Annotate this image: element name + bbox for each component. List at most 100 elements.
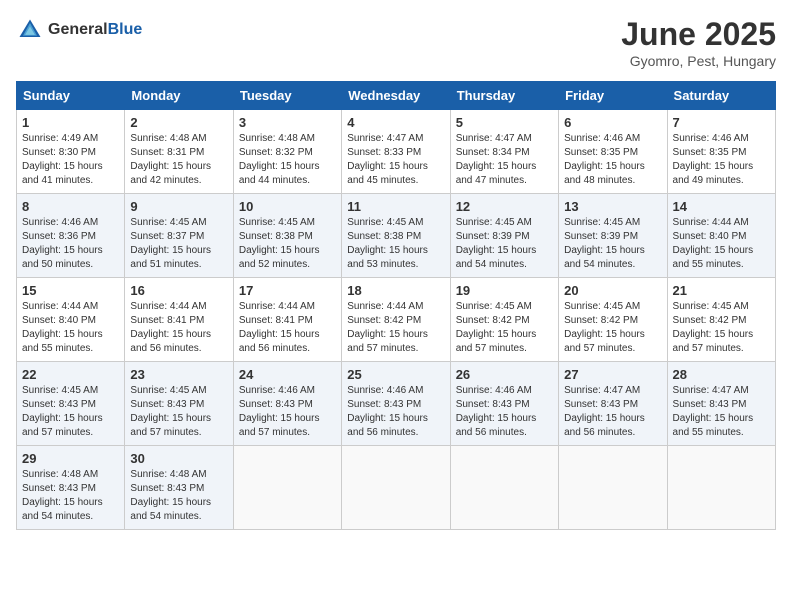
sunset-text: Sunset: 8:43 PM bbox=[347, 399, 421, 410]
daylight-text: Daylight: 15 hours and 45 minutes. bbox=[347, 161, 428, 186]
calendar-cell bbox=[667, 446, 775, 530]
daylight-text: Daylight: 15 hours and 49 minutes. bbox=[673, 161, 754, 186]
col-tuesday: Tuesday bbox=[233, 82, 341, 110]
daylight-text: Daylight: 15 hours and 56 minutes. bbox=[564, 413, 645, 438]
sunrise-text: Sunrise: 4:45 AM bbox=[239, 217, 315, 228]
sunrise-text: Sunrise: 4:45 AM bbox=[347, 217, 423, 228]
day-number: 22 bbox=[22, 367, 119, 382]
daylight-text: Daylight: 15 hours and 54 minutes. bbox=[22, 497, 103, 522]
sunset-text: Sunset: 8:33 PM bbox=[347, 147, 421, 158]
sunrise-text: Sunrise: 4:46 AM bbox=[22, 217, 98, 228]
day-info: Sunrise: 4:44 AM Sunset: 8:42 PM Dayligh… bbox=[347, 300, 444, 356]
calendar-week-1: 1 Sunrise: 4:49 AM Sunset: 8:30 PM Dayli… bbox=[17, 110, 776, 194]
sunset-text: Sunset: 8:42 PM bbox=[347, 315, 421, 326]
day-info: Sunrise: 4:48 AM Sunset: 8:32 PM Dayligh… bbox=[239, 132, 336, 188]
sunrise-text: Sunrise: 4:47 AM bbox=[673, 385, 749, 396]
day-info: Sunrise: 4:47 AM Sunset: 8:34 PM Dayligh… bbox=[456, 132, 553, 188]
calendar: Sunday Monday Tuesday Wednesday Thursday… bbox=[16, 81, 776, 530]
calendar-cell: 11 Sunrise: 4:45 AM Sunset: 8:38 PM Dayl… bbox=[342, 194, 450, 278]
day-info: Sunrise: 4:45 AM Sunset: 8:39 PM Dayligh… bbox=[456, 216, 553, 272]
calendar-cell: 2 Sunrise: 4:48 AM Sunset: 8:31 PM Dayli… bbox=[125, 110, 233, 194]
calendar-cell: 20 Sunrise: 4:45 AM Sunset: 8:42 PM Dayl… bbox=[559, 278, 667, 362]
logo: GeneralBlue bbox=[16, 16, 142, 44]
daylight-text: Daylight: 15 hours and 55 minutes. bbox=[673, 245, 754, 270]
day-info: Sunrise: 4:46 AM Sunset: 8:36 PM Dayligh… bbox=[22, 216, 119, 272]
sunset-text: Sunset: 8:31 PM bbox=[130, 147, 204, 158]
daylight-text: Daylight: 15 hours and 56 minutes. bbox=[456, 413, 537, 438]
calendar-cell: 30 Sunrise: 4:48 AM Sunset: 8:43 PM Dayl… bbox=[125, 446, 233, 530]
day-number: 15 bbox=[22, 283, 119, 298]
daylight-text: Daylight: 15 hours and 57 minutes. bbox=[456, 329, 537, 354]
sunrise-text: Sunrise: 4:44 AM bbox=[347, 301, 423, 312]
day-number: 7 bbox=[673, 115, 770, 130]
col-sunday: Sunday bbox=[17, 82, 125, 110]
calendar-cell: 17 Sunrise: 4:44 AM Sunset: 8:41 PM Dayl… bbox=[233, 278, 341, 362]
sunset-text: Sunset: 8:42 PM bbox=[673, 315, 747, 326]
sunset-text: Sunset: 8:43 PM bbox=[239, 399, 313, 410]
day-info: Sunrise: 4:49 AM Sunset: 8:30 PM Dayligh… bbox=[22, 132, 119, 188]
day-number: 13 bbox=[564, 199, 661, 214]
sunrise-text: Sunrise: 4:48 AM bbox=[239, 133, 315, 144]
sunset-text: Sunset: 8:43 PM bbox=[564, 399, 638, 410]
day-number: 1 bbox=[22, 115, 119, 130]
day-info: Sunrise: 4:45 AM Sunset: 8:39 PM Dayligh… bbox=[564, 216, 661, 272]
day-number: 14 bbox=[673, 199, 770, 214]
daylight-text: Daylight: 15 hours and 51 minutes. bbox=[130, 245, 211, 270]
day-info: Sunrise: 4:45 AM Sunset: 8:38 PM Dayligh… bbox=[347, 216, 444, 272]
sunrise-text: Sunrise: 4:49 AM bbox=[22, 133, 98, 144]
daylight-text: Daylight: 15 hours and 47 minutes. bbox=[456, 161, 537, 186]
day-number: 2 bbox=[130, 115, 227, 130]
sunrise-text: Sunrise: 4:44 AM bbox=[239, 301, 315, 312]
day-info: Sunrise: 4:45 AM Sunset: 8:43 PM Dayligh… bbox=[130, 384, 227, 440]
day-info: Sunrise: 4:46 AM Sunset: 8:43 PM Dayligh… bbox=[456, 384, 553, 440]
calendar-cell: 25 Sunrise: 4:46 AM Sunset: 8:43 PM Dayl… bbox=[342, 362, 450, 446]
day-info: Sunrise: 4:44 AM Sunset: 8:40 PM Dayligh… bbox=[22, 300, 119, 356]
sunrise-text: Sunrise: 4:45 AM bbox=[564, 301, 640, 312]
daylight-text: Daylight: 15 hours and 57 minutes. bbox=[130, 413, 211, 438]
day-info: Sunrise: 4:46 AM Sunset: 8:43 PM Dayligh… bbox=[239, 384, 336, 440]
day-number: 24 bbox=[239, 367, 336, 382]
sunrise-text: Sunrise: 4:44 AM bbox=[130, 301, 206, 312]
day-info: Sunrise: 4:45 AM Sunset: 8:37 PM Dayligh… bbox=[130, 216, 227, 272]
sunrise-text: Sunrise: 4:47 AM bbox=[456, 133, 532, 144]
sunrise-text: Sunrise: 4:45 AM bbox=[456, 217, 532, 228]
calendar-cell: 5 Sunrise: 4:47 AM Sunset: 8:34 PM Dayli… bbox=[450, 110, 558, 194]
day-number: 5 bbox=[456, 115, 553, 130]
calendar-cell: 3 Sunrise: 4:48 AM Sunset: 8:32 PM Dayli… bbox=[233, 110, 341, 194]
sunset-text: Sunset: 8:36 PM bbox=[22, 231, 96, 242]
col-saturday: Saturday bbox=[667, 82, 775, 110]
calendar-cell: 28 Sunrise: 4:47 AM Sunset: 8:43 PM Dayl… bbox=[667, 362, 775, 446]
day-info: Sunrise: 4:47 AM Sunset: 8:33 PM Dayligh… bbox=[347, 132, 444, 188]
calendar-cell: 9 Sunrise: 4:45 AM Sunset: 8:37 PM Dayli… bbox=[125, 194, 233, 278]
title-area: June 2025 Gyomro, Pest, Hungary bbox=[621, 16, 776, 69]
calendar-cell: 18 Sunrise: 4:44 AM Sunset: 8:42 PM Dayl… bbox=[342, 278, 450, 362]
sunrise-text: Sunrise: 4:48 AM bbox=[130, 469, 206, 480]
sunrise-text: Sunrise: 4:46 AM bbox=[564, 133, 640, 144]
header-row: Sunday Monday Tuesday Wednesday Thursday… bbox=[17, 82, 776, 110]
day-info: Sunrise: 4:46 AM Sunset: 8:43 PM Dayligh… bbox=[347, 384, 444, 440]
daylight-text: Daylight: 15 hours and 48 minutes. bbox=[564, 161, 645, 186]
subtitle: Gyomro, Pest, Hungary bbox=[621, 53, 776, 69]
sunrise-text: Sunrise: 4:46 AM bbox=[347, 385, 423, 396]
sunrise-text: Sunrise: 4:48 AM bbox=[130, 133, 206, 144]
sunset-text: Sunset: 8:39 PM bbox=[456, 231, 530, 242]
calendar-cell: 26 Sunrise: 4:46 AM Sunset: 8:43 PM Dayl… bbox=[450, 362, 558, 446]
sunset-text: Sunset: 8:40 PM bbox=[22, 315, 96, 326]
calendar-cell: 6 Sunrise: 4:46 AM Sunset: 8:35 PM Dayli… bbox=[559, 110, 667, 194]
sunset-text: Sunset: 8:35 PM bbox=[673, 147, 747, 158]
calendar-cell: 22 Sunrise: 4:45 AM Sunset: 8:43 PM Dayl… bbox=[17, 362, 125, 446]
daylight-text: Daylight: 15 hours and 50 minutes. bbox=[22, 245, 103, 270]
sunset-text: Sunset: 8:30 PM bbox=[22, 147, 96, 158]
sunset-text: Sunset: 8:38 PM bbox=[239, 231, 313, 242]
day-number: 3 bbox=[239, 115, 336, 130]
sunrise-text: Sunrise: 4:45 AM bbox=[564, 217, 640, 228]
sunset-text: Sunset: 8:43 PM bbox=[22, 399, 96, 410]
sunrise-text: Sunrise: 4:45 AM bbox=[456, 301, 532, 312]
sunrise-text: Sunrise: 4:44 AM bbox=[673, 217, 749, 228]
day-number: 6 bbox=[564, 115, 661, 130]
day-info: Sunrise: 4:48 AM Sunset: 8:31 PM Dayligh… bbox=[130, 132, 227, 188]
sunset-text: Sunset: 8:43 PM bbox=[130, 483, 204, 494]
day-info: Sunrise: 4:46 AM Sunset: 8:35 PM Dayligh… bbox=[564, 132, 661, 188]
sunset-text: Sunset: 8:34 PM bbox=[456, 147, 530, 158]
day-number: 9 bbox=[130, 199, 227, 214]
